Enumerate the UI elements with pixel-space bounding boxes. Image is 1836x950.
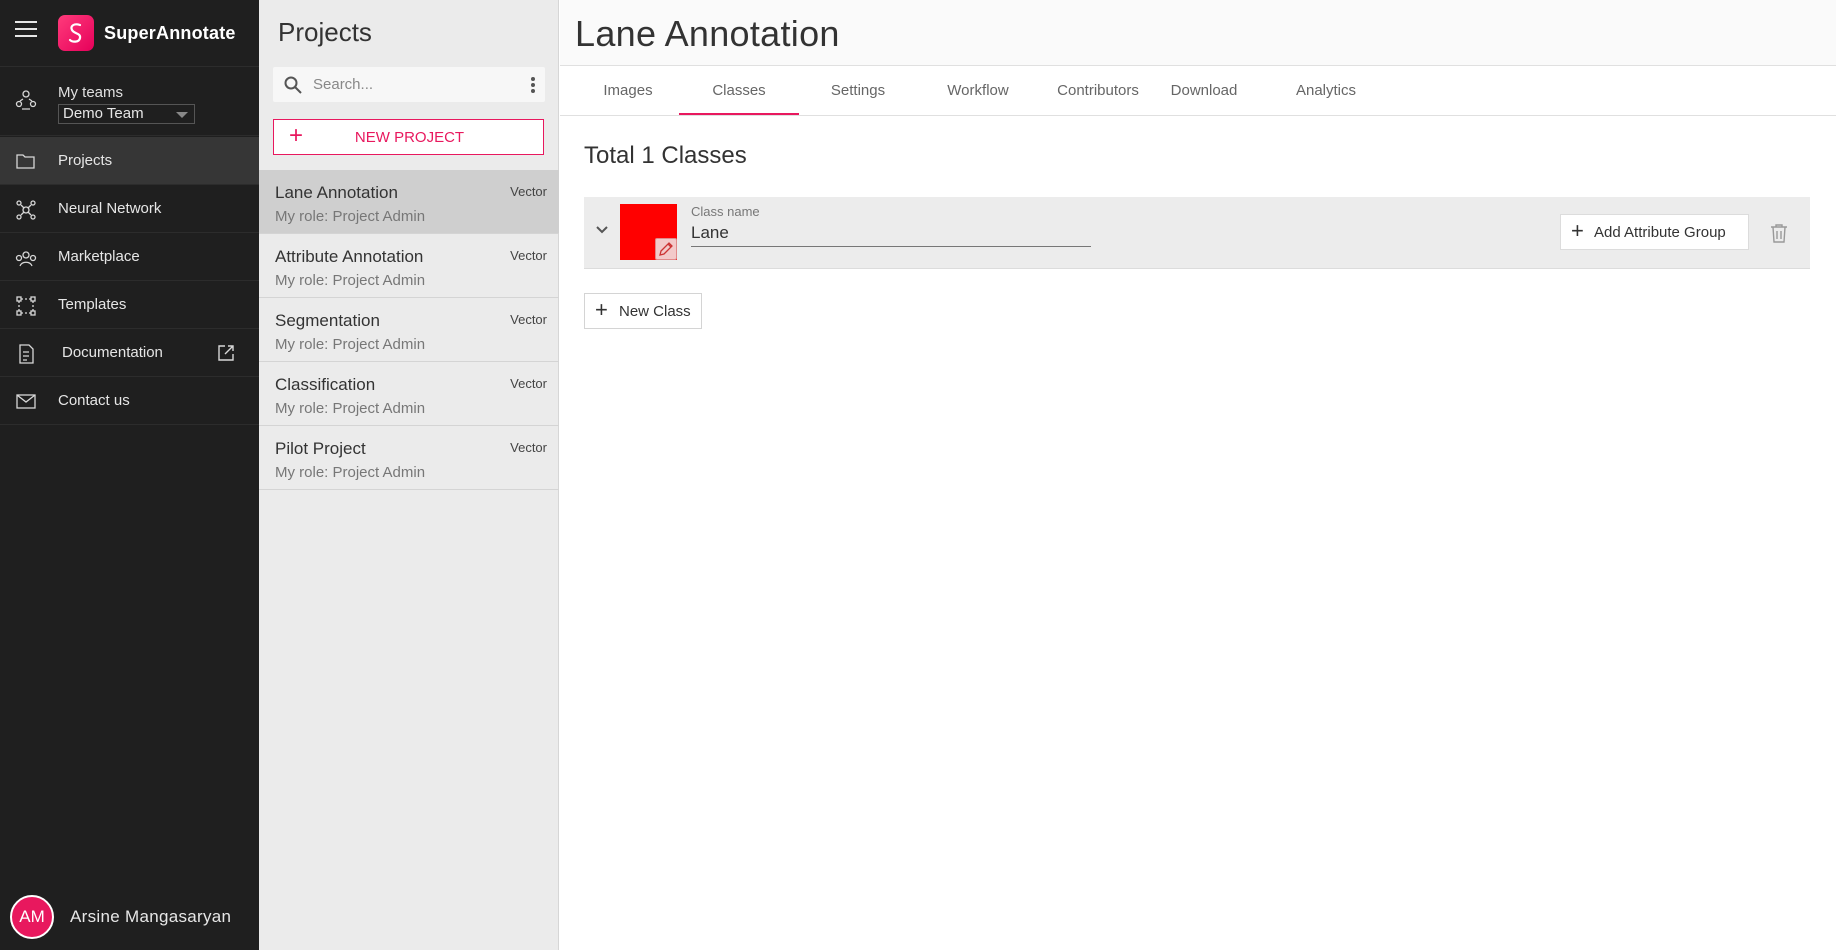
main-content: Lane Annotation Images Classes Settings … xyxy=(560,0,1836,950)
sidebar-item-neural-network[interactable]: Neural Network xyxy=(0,185,259,233)
project-type: Vector xyxy=(510,312,547,327)
search-input[interactable] xyxy=(313,67,513,102)
page-title: Lane Annotation xyxy=(575,13,840,54)
sidebar-item-label: Documentation xyxy=(62,344,163,361)
sidebar-item-label: Templates xyxy=(58,296,127,313)
more-vert-icon[interactable] xyxy=(530,76,536,99)
new-project-label: NEW PROJECT xyxy=(354,129,465,146)
add-attribute-group-button[interactable]: + Add Attribute Group xyxy=(1560,214,1749,250)
project-role: My role: Project Admin xyxy=(275,464,426,481)
tab-contributors[interactable]: Contributors xyxy=(1038,66,1158,115)
sidebar-header: SuperAnnotate xyxy=(0,0,259,66)
sidebar-item-documentation[interactable]: Documentation xyxy=(0,329,259,377)
mail-icon xyxy=(15,391,37,416)
tab-workflow[interactable]: Workflow xyxy=(918,66,1038,115)
team-selected-value: Demo Team xyxy=(63,105,144,122)
external-link-icon[interactable] xyxy=(216,343,236,368)
projects-panel: Projects + NEW PROJECT Lane Annotation V… xyxy=(259,0,559,950)
neural-network-icon xyxy=(15,199,37,226)
sidebar-item-projects[interactable]: Projects xyxy=(0,137,259,185)
plus-icon: + xyxy=(1571,218,1584,243)
project-role: My role: Project Admin xyxy=(275,400,426,417)
project-list-item[interactable]: Segmentation Vector My role: Project Adm… xyxy=(259,298,559,362)
class-name-label: Class name xyxy=(691,204,760,219)
brand-name: SuperAnnotate xyxy=(104,23,236,43)
sidebar: SuperAnnotate My teams Demo Team Project… xyxy=(0,0,259,950)
my-teams-label: My teams xyxy=(58,84,124,101)
avatar[interactable]: AM xyxy=(10,895,54,939)
marketplace-icon xyxy=(15,247,37,274)
tab-download[interactable]: Download xyxy=(1144,66,1264,115)
user-name: Arsine Mangasaryan xyxy=(70,907,232,926)
tab-analytics[interactable]: Analytics xyxy=(1266,66,1386,115)
menu-icon[interactable] xyxy=(15,21,37,37)
team-selector[interactable]: Demo Team xyxy=(58,104,195,124)
sidebar-item-label: Marketplace xyxy=(58,248,140,265)
sidebar-item-marketplace[interactable]: Marketplace xyxy=(0,233,259,281)
templates-icon xyxy=(15,295,37,322)
new-class-label: New Class xyxy=(619,303,691,320)
project-tabs: Images Classes Settings Workflow Contrib… xyxy=(560,66,1836,116)
project-name: Lane Annotation xyxy=(275,183,398,202)
page-header: Lane Annotation xyxy=(560,0,1836,66)
project-type: Vector xyxy=(510,376,547,391)
class-row: Class name + Add Attribute Group xyxy=(584,197,1810,269)
pencil-icon[interactable] xyxy=(655,238,677,260)
sidebar-item-label: Projects xyxy=(58,152,113,169)
caret-down-icon xyxy=(176,112,188,118)
document-icon xyxy=(15,343,37,370)
tab-images[interactable]: Images xyxy=(568,66,688,115)
user-profile[interactable]: AM Arsine Mangasaryan xyxy=(0,890,259,950)
project-type: Vector xyxy=(510,184,547,199)
superannotate-logo-icon xyxy=(58,15,94,51)
chevron-down-icon[interactable] xyxy=(595,223,609,242)
sidebar-item-contact-us[interactable]: Contact us xyxy=(0,377,259,425)
sidebar-item-templates[interactable]: Templates xyxy=(0,281,259,329)
classes-total-title: Total 1 Classes xyxy=(584,142,747,169)
project-role: My role: Project Admin xyxy=(275,336,426,353)
project-list-item[interactable]: Classification Vector My role: Project A… xyxy=(259,362,559,426)
project-role: My role: Project Admin xyxy=(275,208,426,225)
project-name: Segmentation xyxy=(275,311,380,330)
project-name: Attribute Annotation xyxy=(275,247,424,266)
trash-icon[interactable] xyxy=(1769,222,1789,249)
plus-icon: + xyxy=(595,297,608,322)
tab-classes[interactable]: Classes xyxy=(679,66,799,115)
new-class-button[interactable]: + New Class xyxy=(584,293,702,329)
project-name: Classification xyxy=(275,375,376,394)
new-project-button[interactable]: + NEW PROJECT xyxy=(273,119,544,155)
project-list-item[interactable]: Attribute Annotation Vector My role: Pro… xyxy=(259,234,559,298)
project-type: Vector xyxy=(510,440,547,455)
sidebar-item-label: Contact us xyxy=(58,392,130,409)
class-color-swatch[interactable] xyxy=(620,204,677,260)
class-name-input[interactable] xyxy=(691,220,1091,247)
project-name: Pilot Project xyxy=(275,439,366,458)
project-list-item[interactable]: Lane Annotation Vector My role: Project … xyxy=(259,170,559,234)
tab-settings[interactable]: Settings xyxy=(798,66,918,115)
teams-icon xyxy=(15,89,37,116)
project-search xyxy=(273,67,545,102)
add-attribute-group-label: Add Attribute Group xyxy=(1594,224,1726,241)
sidebar-item-label: Neural Network xyxy=(58,200,162,217)
projects-title: Projects xyxy=(278,17,372,47)
project-list-item[interactable]: Pilot Project Vector My role: Project Ad… xyxy=(259,426,559,490)
folder-icon xyxy=(15,151,37,176)
teams-section: My teams Demo Team xyxy=(0,66,259,136)
project-role: My role: Project Admin xyxy=(275,272,426,289)
search-icon xyxy=(283,75,303,100)
project-type: Vector xyxy=(510,248,547,263)
